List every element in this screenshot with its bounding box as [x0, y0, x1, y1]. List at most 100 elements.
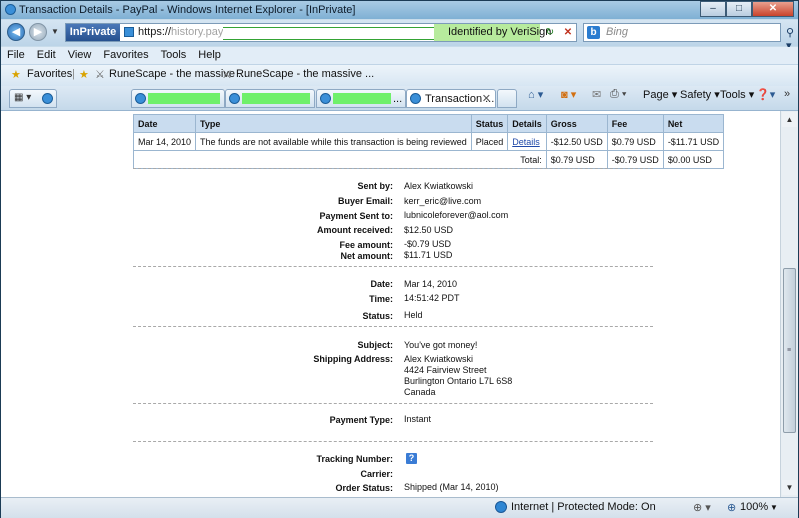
cell-gross: -$12.50 USD [545, 132, 608, 151]
address-bar[interactable]: InPrivate https://history.paypa Identifi… [65, 23, 577, 42]
back-button[interactable]: ◀ [7, 23, 25, 41]
details-link[interactable]: Details [512, 137, 540, 147]
search-box[interactable]: b Bing [583, 23, 781, 42]
fee-amount-label: Fee amount: [339, 240, 393, 250]
scroll-up-arrow-icon[interactable]: ▲ [782, 112, 797, 127]
close-tab-icon[interactable]: ✕ [482, 92, 491, 105]
new-tab-button[interactable] [497, 89, 517, 108]
identity-badge[interactable]: Identified by VeriSign [434, 24, 551, 41]
safety-menu[interactable]: Safety ▾ [680, 88, 720, 101]
favorites-button[interactable]: Favorites [27, 68, 72, 80]
ie-icon [410, 93, 421, 104]
total-net: $0.00 USD [662, 150, 725, 169]
feeds-icon[interactable]: ◙ ▾ [561, 88, 576, 101]
menu-favorites[interactable]: Favorites [97, 47, 154, 64]
print-icon[interactable]: ⎙ ▾ [610, 88, 626, 101]
column-header: Details [507, 114, 547, 133]
zoom-dropdown-icon[interactable]: ▼ [770, 503, 778, 512]
tracking-number-label: Tracking Number: [316, 454, 393, 464]
refresh-icon[interactable]: ↻ [542, 25, 558, 40]
tab-transaction[interactable]: Transaction ... ✕ [406, 89, 496, 108]
maximize-button[interactable]: □ [726, 1, 752, 17]
browser-window: Transaction Details - PayPal - Windows I… [0, 0, 799, 518]
column-header: Fee [606, 114, 664, 133]
vertical-scrollbar[interactable]: ▲ ≡ ▼ [780, 111, 798, 497]
help-icon[interactable]: ❓▾ [756, 88, 775, 101]
help-question-icon[interactable]: ? [406, 453, 417, 464]
window-title: Transaction Details - PayPal - Windows I… [19, 4, 356, 16]
menu-help[interactable]: Help [192, 47, 227, 64]
zoom-level[interactable]: 100% [740, 501, 768, 513]
favorite-link-2[interactable]: RuneScape - the massive ... [236, 68, 374, 80]
column-header: Status [470, 114, 509, 133]
payment-type-label: Payment Type: [329, 415, 393, 425]
divider [133, 326, 653, 327]
tools-menu[interactable]: Tools ▾ [720, 88, 754, 101]
cell-status: Placed [470, 132, 509, 151]
title-bar: Transaction Details - PayPal - Windows I… [1, 1, 798, 19]
subject-label: Subject: [357, 340, 393, 350]
column-header: Type [195, 114, 472, 133]
tab-2[interactable] [225, 89, 315, 108]
payment-sent-to-label: Payment Sent to: [319, 211, 393, 221]
close-button[interactable]: ✕ [752, 1, 794, 17]
divider [133, 168, 653, 169]
scroll-down-arrow-icon[interactable]: ▼ [782, 480, 797, 495]
chevron-more-icon[interactable]: » [784, 88, 790, 100]
table-header-row: Date Type Status Details Gross Fee Net [132, 114, 725, 133]
inprivate-badge[interactable]: InPrivate [66, 24, 120, 41]
net-amount-label: Net amount: [340, 251, 394, 261]
column-header: Date [132, 114, 197, 133]
minimize-button[interactable]: – [700, 1, 726, 17]
url-prefix: https:// [138, 26, 172, 38]
time-value: 14:51:42 PDT [404, 293, 460, 303]
menu-tools[interactable]: Tools [155, 47, 193, 64]
subject-value: You've got money! [404, 340, 478, 350]
forward-button[interactable]: ▶ [29, 23, 47, 41]
tab-1[interactable] [131, 89, 225, 108]
tab-3[interactable]: ... [316, 89, 406, 108]
total-fee: -$0.79 USD [606, 150, 664, 169]
home-icon[interactable]: ⌂ ▾ [528, 88, 543, 101]
date-value: Mar 14, 2010 [404, 279, 458, 289]
menu-file[interactable]: File [1, 47, 31, 64]
net-amount-value: $11.71 USD [404, 250, 453, 260]
window-controls: – □ ✕ [700, 1, 794, 18]
search-input[interactable]: Bing [606, 26, 628, 38]
total-label: Total: [133, 150, 547, 169]
recent-pages-dropdown-icon[interactable]: ▼ [51, 27, 59, 36]
cell-details: Details [507, 132, 547, 151]
table-row: Mar 14, 2010 The funds are not available… [132, 132, 725, 151]
ie-icon [135, 93, 146, 104]
redacted-tab-title [242, 93, 310, 104]
status-label: Status: [362, 311, 393, 321]
menu-edit[interactable]: Edit [31, 47, 62, 64]
column-header: Gross [545, 114, 608, 133]
date-label: Date: [370, 279, 393, 289]
page-menu[interactable]: Page ▾ [643, 88, 677, 101]
table-total-row: Total: $0.79 USD -$0.79 USD $0.00 USD [133, 150, 725, 169]
redacted-tab-title [148, 93, 220, 104]
shipping-address-line: Canada [404, 387, 436, 397]
page-content: Date Type Status Details Gross Fee Net M… [1, 111, 780, 497]
cell-date: Mar 14, 2010 [132, 132, 197, 151]
shipping-address-label: Shipping Address: [313, 354, 393, 364]
popup-blocker-icon[interactable]: ⊕ ▾ [693, 501, 711, 514]
ie-icon [42, 93, 53, 104]
menu-bar: File Edit View Favorites Tools Help [1, 47, 798, 65]
menu-view[interactable]: View [62, 47, 98, 64]
add-favorites-icon[interactable]: ★ [79, 68, 89, 81]
divider [133, 403, 653, 404]
stop-icon[interactable]: ✕ [560, 25, 576, 40]
scrollbar-thumb[interactable]: ≡ [783, 268, 796, 433]
quick-tabs-button[interactable]: ▦ ▾ [9, 89, 57, 108]
cell-net: -$11.71 USD [662, 132, 725, 151]
security-zone[interactable]: Internet | Protected Mode: On [511, 501, 656, 513]
url-text[interactable]: https://history.paypa [138, 26, 236, 38]
fee-amount-value: -$0.79 USD [404, 239, 452, 249]
transaction-table: Date Type Status Details Gross Fee Net M… [132, 114, 725, 169]
shipping-address-line: Alex Kwiatkowski [404, 354, 474, 364]
favorites-star-icon: ★ [11, 69, 21, 81]
mail-icon[interactable]: ✉ [592, 88, 601, 101]
favorites-bar: ★ Favorites | ★ ⚔ RuneScape - the massiv… [1, 65, 798, 86]
